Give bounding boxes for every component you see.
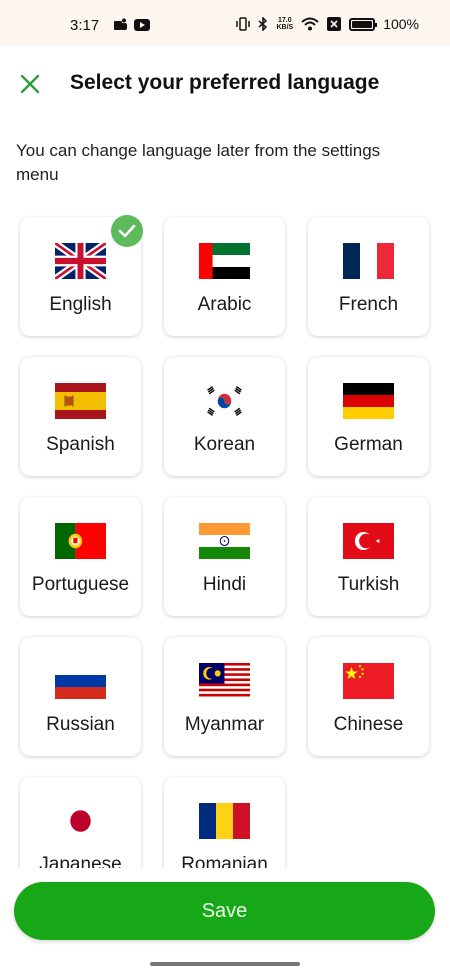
status-right-group: 17.0 KB/S 100% <box>236 16 419 32</box>
network-speed-value: 17.0 <box>278 17 292 24</box>
status-time: 3:17 <box>70 17 100 34</box>
network-speed-unit: KB/S <box>276 24 294 31</box>
language-card-myanmar[interactable]: Myanmar <box>164 637 285 756</box>
subtitle-text: You can change language later from the s… <box>16 141 381 184</box>
language-label: English <box>49 294 112 315</box>
japan-flag-icon <box>55 803 106 839</box>
battery-percent: 100% <box>383 16 419 32</box>
language-card-russian[interactable]: Russian <box>20 637 141 756</box>
language-grid-viewport[interactable]: English Arabic French Spanish Korean Ger… <box>0 200 450 868</box>
language-label: Japanese <box>39 854 122 868</box>
language-label: Spanish <box>46 434 115 455</box>
save-button[interactable]: Save <box>14 882 435 940</box>
language-label: German <box>334 434 403 455</box>
france-flag-icon <box>343 243 394 279</box>
language-card-japanese[interactable]: Japanese <box>20 777 141 868</box>
language-label: Arabic <box>197 294 252 315</box>
china-flag-icon <box>343 663 394 699</box>
home-indicator[interactable] <box>150 962 300 966</box>
russia-flag-icon <box>55 663 106 699</box>
turkey-flag-icon <box>343 523 394 559</box>
no-sim-icon <box>327 17 342 31</box>
youtube-icon <box>134 18 150 31</box>
battery-icon <box>349 17 378 31</box>
language-card-romanian[interactable]: Romanian <box>164 777 285 868</box>
app-header: Select your preferred language <box>0 46 450 120</box>
india-flag-icon <box>199 523 250 559</box>
language-card-english[interactable]: English <box>20 215 143 336</box>
close-button[interactable] <box>14 68 46 100</box>
language-label: Myanmar <box>184 714 265 735</box>
language-card-french[interactable]: French <box>308 217 429 336</box>
language-card-german[interactable]: German <box>308 357 429 476</box>
language-card-arabic[interactable]: Arabic <box>164 217 285 336</box>
bluetooth-icon <box>258 17 268 31</box>
language-label: French <box>338 294 399 315</box>
language-label: Russian <box>46 714 115 735</box>
malaysia-flag-icon <box>199 663 250 699</box>
romania-flag-icon <box>199 803 250 839</box>
uk-flag-icon <box>55 243 106 279</box>
language-label: Chinese <box>333 714 404 735</box>
teams-icon <box>114 18 127 30</box>
selected-check-icon <box>111 215 143 247</box>
close-icon <box>20 74 40 94</box>
page-title: Select your preferred language <box>70 71 380 94</box>
portugal-flag-icon <box>55 523 106 559</box>
language-grid: English Arabic French Spanish Korean Ger… <box>20 215 429 868</box>
south-korea-flag-icon <box>199 383 250 419</box>
language-card-hindi[interactable]: Hindi <box>164 497 285 616</box>
status-bar: 3:17 17.0 KB/S 100% <box>0 0 450 46</box>
vibrate-icon <box>236 17 251 31</box>
language-card-chinese[interactable]: Chinese <box>308 637 429 756</box>
language-card-portuguese[interactable]: Portuguese <box>20 497 141 616</box>
language-label: Portuguese <box>31 574 130 595</box>
language-label: Korean <box>193 434 256 455</box>
language-card-turkish[interactable]: Turkish <box>308 497 429 616</box>
language-card-spanish[interactable]: Spanish <box>20 357 141 476</box>
language-label: Hindi <box>202 574 247 595</box>
germany-flag-icon <box>343 383 394 419</box>
status-notification-icons <box>114 18 150 31</box>
spain-flag-icon <box>55 383 106 419</box>
language-card-korean[interactable]: Korean <box>164 357 285 476</box>
language-label: Turkish <box>337 574 400 595</box>
uae-flag-icon <box>199 243 250 279</box>
language-label: Romanian <box>181 854 268 868</box>
wifi-icon <box>301 17 319 31</box>
network-speed: 17.0 KB/S <box>276 17 293 31</box>
